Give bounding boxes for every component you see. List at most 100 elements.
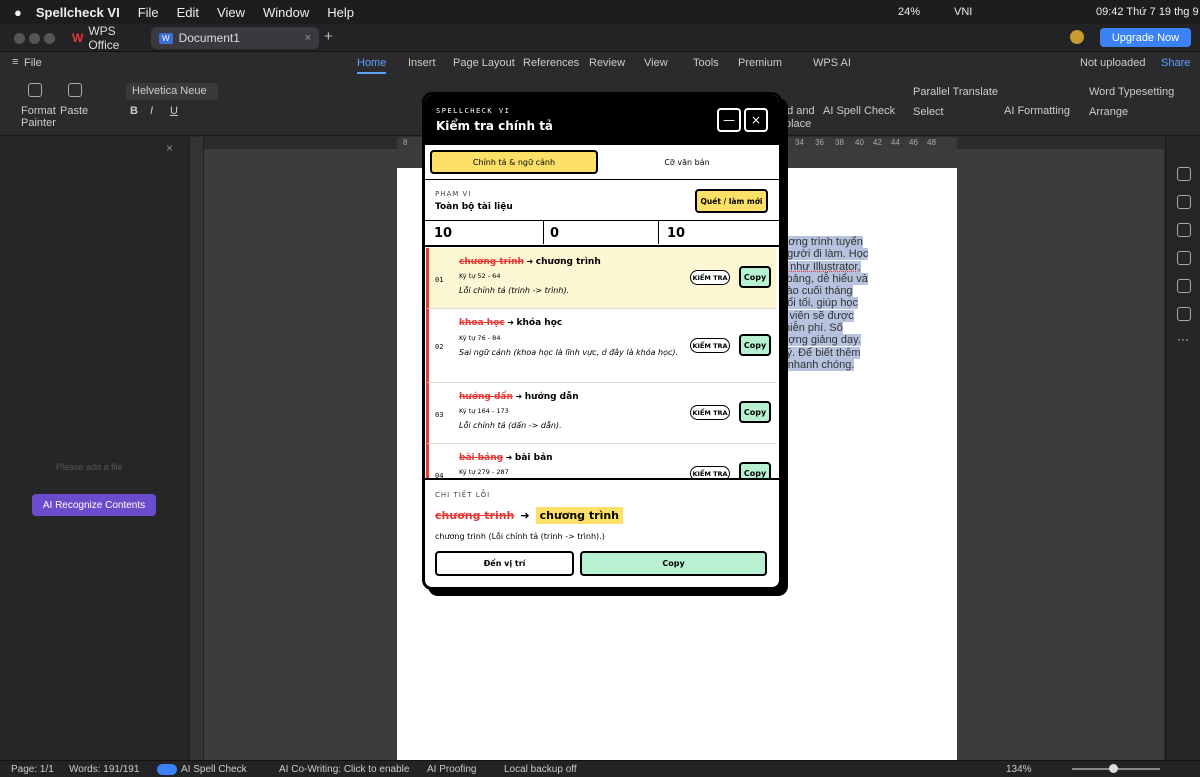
battery-label[interactable]: 24%: [898, 6, 920, 18]
local-backup[interactable]: Local backup off: [504, 764, 577, 775]
settings-icon[interactable]: [1177, 307, 1191, 321]
ruler-tick: 48: [927, 138, 936, 147]
bold-button[interactable]: B: [130, 105, 138, 117]
avatar[interactable]: [1070, 30, 1084, 44]
cursor-icon[interactable]: [1177, 195, 1191, 209]
share-button[interactable]: Share: [1161, 57, 1190, 69]
tab-spelling-context[interactable]: Chính tả & ngữ cảnh: [430, 150, 598, 174]
copy-button[interactable]: Copy: [739, 266, 771, 288]
new-tab-icon[interactable]: +: [324, 28, 333, 45]
ai-formatting-button[interactable]: AI Formatting: [1004, 105, 1070, 117]
paste-icon[interactable]: [68, 83, 82, 97]
tab-document[interactable]: W Document1 ×: [151, 27, 319, 49]
ai-cowriting[interactable]: AI Co-Writing: Click to enable: [279, 764, 409, 775]
copy-button[interactable]: Copy: [739, 334, 771, 356]
check-button[interactable]: KIỂM TRA: [690, 270, 730, 285]
minimize-button[interactable]: —: [717, 108, 741, 132]
menu-help[interactable]: Help: [327, 5, 354, 20]
document-body[interactable]: ương trình tuyển người đi làm. Học g như…: [781, 236, 957, 371]
format-painter-label-2[interactable]: Painter: [21, 117, 56, 129]
format-painter-icon[interactable]: [28, 83, 42, 97]
status-bar: Page: 1/1 Words: 191/191 AI Spell Check …: [0, 760, 1200, 777]
menu-view[interactable]: View: [217, 5, 245, 20]
cloud-status[interactable]: Not uploaded: [1080, 57, 1145, 69]
file-menu[interactable]: File: [24, 57, 42, 69]
scan-button[interactable]: Quét / làm mới: [695, 189, 768, 213]
fixed-word: bài bản: [514, 453, 553, 463]
close-window-icon[interactable]: [14, 33, 25, 44]
issue-card[interactable]: 02 khoa học ➜ khóa học Ký tự 76 - 84 Sai…: [426, 309, 776, 383]
paste-label[interactable]: Paste: [60, 105, 88, 117]
arrange-button[interactable]: Arrange: [1089, 106, 1128, 118]
issue-card[interactable]: 03 hướng dẩn ➜ hướng dẫn Ký tự 164 - 173…: [426, 383, 776, 444]
tab-home[interactable]: Home: [357, 57, 387, 74]
tab-wps-office[interactable]: W WPS Office: [64, 24, 144, 52]
tab-premium[interactable]: Premium: [738, 57, 782, 69]
menu-window[interactable]: Window: [263, 5, 309, 20]
zoom-window-icon[interactable]: [44, 33, 55, 44]
minimize-window-icon[interactable]: [29, 33, 40, 44]
vertical-ruler: [190, 137, 204, 760]
tab-review[interactable]: Review: [589, 57, 625, 69]
find-replace-label-1[interactable]: nd and: [781, 105, 815, 117]
check-button[interactable]: KIỂM TRA: [690, 466, 730, 478]
history-icon[interactable]: [1177, 251, 1191, 265]
wps-logo-icon: W: [72, 31, 84, 45]
menubar-app-name[interactable]: Spellcheck VI: [36, 5, 120, 20]
check-button[interactable]: KIỂM TRA: [690, 405, 730, 420]
ai-recognize-button[interactable]: AI Recognize Contents: [32, 494, 156, 516]
goto-button[interactable]: Đến vị trí: [435, 551, 574, 576]
close-tab-icon[interactable]: ×: [305, 32, 311, 44]
underline-button[interactable]: U: [170, 105, 178, 117]
tab-wps-ai[interactable]: WPS AI: [813, 57, 851, 69]
upgrade-button[interactable]: Upgrade Now: [1100, 28, 1191, 47]
apple-icon[interactable]: ●: [14, 5, 22, 20]
copy-detail-button[interactable]: Copy: [580, 551, 767, 576]
hamburger-icon[interactable]: ≡: [12, 56, 18, 68]
ai-proofing[interactable]: AI Proofing: [427, 764, 476, 775]
issue-list[interactable]: 01 chương trinh ➜ chương trình Ký tự 52 …: [425, 247, 779, 478]
select-button[interactable]: Select: [913, 106, 944, 118]
ai-spell-toggle[interactable]: [157, 764, 177, 775]
tab-text-size[interactable]: Cỡ văn bản: [603, 150, 771, 174]
find-replace-label-2[interactable]: place: [785, 118, 811, 130]
zoom-level[interactable]: 134%: [1006, 764, 1032, 775]
menu-file[interactable]: File: [138, 5, 159, 20]
tab-view[interactable]: View: [644, 57, 668, 69]
dialog-header: SPELLCHECK VI Kiểm tra chính tả — ×: [425, 95, 779, 145]
issue-card[interactable]: 04 bài bảng ➜ bài bản Ký tự 279 - 287 KI…: [426, 444, 776, 478]
issue-card[interactable]: 01 chương trinh ➜ chương trình Ký tự 52 …: [426, 248, 776, 309]
ai-spell-label[interactable]: AI Spell Check: [181, 764, 247, 775]
tab-insert[interactable]: Insert: [408, 57, 436, 69]
ai-spell-check-button[interactable]: AI Spell Check: [823, 105, 895, 117]
menubar-clock[interactable]: 09:42 Thứ 7 19 thg 9: [1096, 6, 1199, 18]
issue-range: Ký tự 52 - 64: [459, 272, 501, 280]
copy-button[interactable]: Copy: [739, 401, 771, 423]
sliders-icon[interactable]: [1177, 223, 1191, 237]
page-count[interactable]: Page: 1/1: [11, 764, 54, 775]
check-button[interactable]: KIỂM TRA: [690, 338, 730, 353]
arrow-icon: ➜: [505, 453, 513, 462]
copy-button[interactable]: Copy: [739, 462, 771, 478]
issue-description: Sai ngữ cảnh (khoa học là lĩnh vực, ở đâ…: [459, 348, 679, 357]
menu-edit[interactable]: Edit: [177, 5, 199, 20]
tab-page-layout[interactable]: Page Layout: [453, 57, 515, 69]
word-typesetting-button[interactable]: Word Typesetting: [1089, 86, 1174, 98]
more-icon[interactable]: ···: [1177, 332, 1189, 346]
word-count[interactable]: Words: 191/191: [69, 764, 139, 775]
share-icon[interactable]: [1177, 279, 1191, 293]
parallel-translate-button[interactable]: Parallel Translate: [913, 86, 998, 98]
zoom-slider-thumb[interactable]: [1109, 764, 1118, 773]
format-painter-label-1[interactable]: Format: [21, 105, 56, 117]
font-select[interactable]: Helvetica Neue: [126, 83, 218, 100]
arrow-icon: ➜: [526, 257, 534, 266]
pen-icon[interactable]: [1177, 167, 1191, 181]
input-method-badge[interactable]: VNI: [954, 6, 972, 18]
italic-button[interactable]: I: [150, 105, 153, 117]
tab-references[interactable]: References: [523, 57, 579, 69]
tab-tools[interactable]: Tools: [693, 57, 719, 69]
close-pane-icon[interactable]: ×: [166, 141, 173, 155]
issue-number: 02: [435, 343, 444, 351]
close-button[interactable]: ×: [744, 108, 768, 132]
issue-line: hướng dẩn ➜ hướng dẫn: [459, 392, 579, 402]
